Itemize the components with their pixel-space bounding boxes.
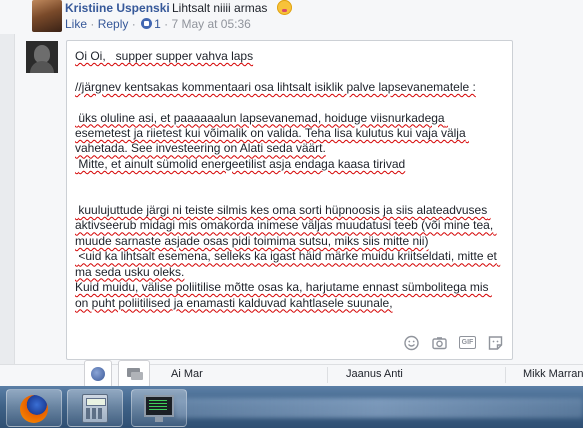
taskbar-calculator-button[interactable]	[67, 389, 123, 427]
comment-text: Lihtsalt niiii armas	[172, 1, 268, 15]
chat-divider	[327, 367, 328, 383]
like-count[interactable]: 1	[154, 17, 161, 31]
calculator-icon	[82, 394, 108, 423]
blurred-taskbar-area	[175, 398, 583, 418]
chat-contact[interactable]: Mikk Marran	[523, 368, 583, 380]
taskbar-firefox-button[interactable]	[6, 389, 62, 427]
new-message-button[interactable]	[118, 360, 150, 388]
globe-button[interactable]	[84, 360, 112, 388]
timestamp[interactable]: 7 May at 05:36	[171, 17, 250, 31]
separator: ·	[164, 17, 169, 31]
reply-textarea[interactable]: Oi Oi, supper supper vahva laps //järgne…	[75, 49, 500, 311]
camera-icon[interactable]	[431, 335, 448, 351]
firefox-icon	[20, 395, 48, 423]
reply-link[interactable]: Reply	[98, 17, 129, 31]
commenter-name[interactable]: Kristiine Uspenski	[65, 1, 170, 15]
composer-toolbar: GIF	[403, 335, 504, 351]
like-link[interactable]: Like	[65, 17, 87, 31]
comment-actions: Like · Reply · 1 · 7 May at 05:36	[65, 17, 251, 31]
gif-icon[interactable]: GIF	[459, 336, 476, 349]
reply-user-avatar	[26, 41, 58, 73]
chat-contact[interactable]: Jaanus Anti	[346, 368, 403, 380]
globe-icon	[91, 367, 105, 381]
chat-bubble-icon	[127, 368, 143, 380]
separator: ·	[90, 17, 95, 31]
like-icon	[141, 18, 153, 29]
kissing-face-emoji-icon	[277, 0, 292, 15]
chat-contact[interactable]: Ai Mar	[171, 368, 203, 380]
reply-composer[interactable]: Oi Oi, supper supper vahva laps //järgne…	[66, 40, 513, 360]
commenter-avatar[interactable]	[32, 0, 62, 32]
task-manager-icon	[144, 395, 174, 422]
chat-divider	[505, 367, 506, 383]
emoji-icon[interactable]	[403, 335, 420, 351]
sticker-icon[interactable]	[487, 335, 504, 351]
separator: ·	[131, 17, 136, 31]
